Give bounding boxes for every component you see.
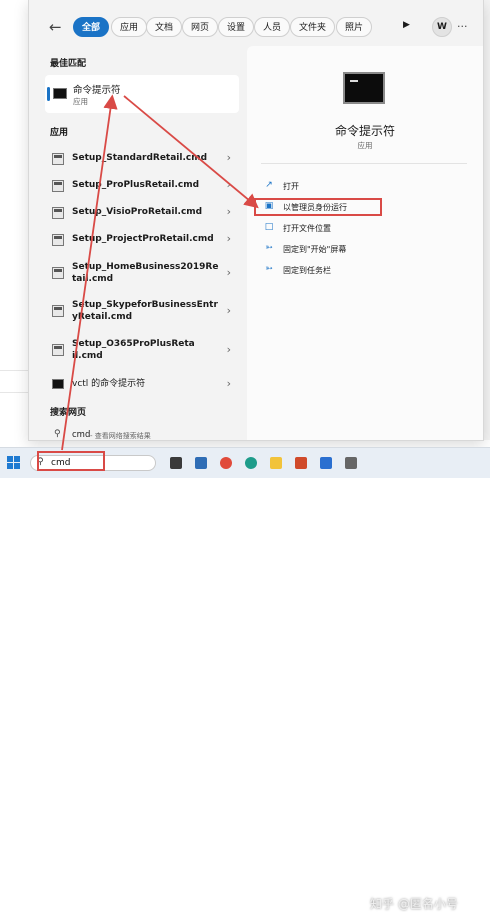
- arrow-result-to-admin: [123, 95, 259, 209]
- annotation-arrows: [61, 94, 259, 451]
- watermark: 知乎 @匿名小号: [370, 897, 458, 911]
- arrow-search-to-result: [61, 94, 118, 451]
